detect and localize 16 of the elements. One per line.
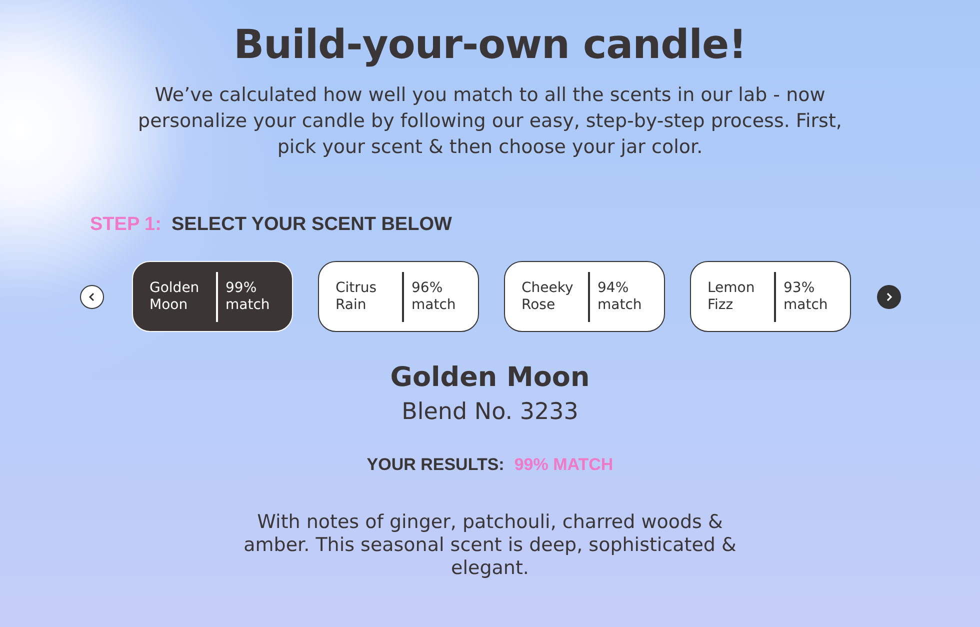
next-button[interactable]: [876, 284, 900, 308]
step-label: SELECT YOUR SCENT BELOW: [171, 214, 452, 236]
page-title: Build-your-own candle!: [234, 22, 746, 68]
results-value: 99% MATCH: [514, 455, 614, 475]
scent-card[interactable]: Lemon Fizz 93% match: [690, 261, 850, 332]
scent-description: With notes of ginger, patchouli, charred woods & amber. This seasonal scent is deep, sophisticated & elegant.: [242, 511, 738, 580]
step-number: STEP 1:: [90, 214, 162, 236]
previous-button[interactable]: [80, 284, 104, 308]
scent-card[interactable]: Golden Moon 99% match: [132, 261, 292, 332]
scent-name: Golden Moon: [390, 362, 590, 393]
results-label: YOUR RESULTS:: [366, 455, 504, 475]
intro-paragraph: We’ve calculated how well you match to all the scents in our lab - now personalize your candle by following our easy, step-by-step process. First, pick your scent & then choose your jar color.: [137, 83, 843, 160]
scent-card[interactable]: Cheeky Rose 94% match: [504, 261, 664, 332]
chevron-left-icon: [86, 292, 96, 302]
scent-card[interactable]: Citrus Rain 96% match: [318, 261, 478, 332]
blend-number: Blend No. 3233: [402, 399, 578, 425]
